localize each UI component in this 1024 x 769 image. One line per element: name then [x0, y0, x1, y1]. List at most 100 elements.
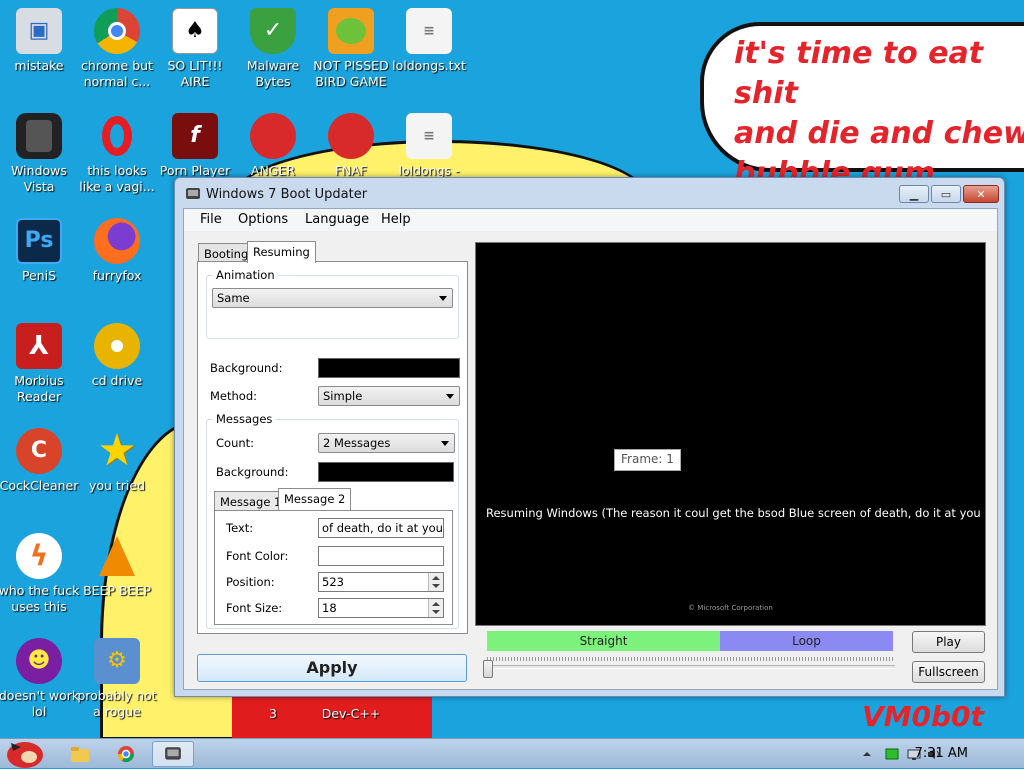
- desktop-icon-dev-cpp[interactable]: Dev-C++: [309, 706, 393, 722]
- photoshop-icon: Ps: [16, 218, 62, 264]
- play-button[interactable]: Play: [912, 631, 985, 653]
- menu-help[interactable]: Help: [381, 212, 411, 227]
- desktop-icon-mistake[interactable]: ▣ mistake: [0, 8, 81, 74]
- show-hidden-icons[interactable]: [860, 747, 874, 761]
- apply-button[interactable]: Apply: [197, 654, 467, 682]
- vlc-cone-icon: [94, 533, 140, 579]
- close-icon: ✕: [976, 187, 986, 201]
- timeline-loop-segment[interactable]: Loop: [720, 631, 893, 651]
- desktop-icon-chrome[interactable]: chrome but normal c...: [75, 8, 159, 90]
- background-label: Background:: [210, 361, 283, 375]
- maximize-icon: ▭: [940, 187, 952, 201]
- menu-bar: File Options Language Help: [184, 209, 997, 231]
- desktop-icon-cd-drive[interactable]: cd drive: [75, 323, 159, 389]
- font-size-value: 18: [322, 601, 337, 615]
- desktop-icon-who-uses-this[interactable]: ϟ who the fuck uses this: [0, 533, 81, 615]
- count-select[interactable]: 2 Messages: [318, 433, 455, 453]
- spinner-arrows-icon[interactable]: [428, 599, 443, 617]
- window-client-area: File Options Language Help Booting Resum…: [183, 208, 998, 690]
- fullscreen-button[interactable]: Fullscreen: [912, 661, 985, 683]
- chevron-down-icon: [439, 296, 447, 301]
- recycle-bin-icon: [16, 113, 62, 159]
- wallpaper-signature: VM0b0t: [862, 700, 984, 733]
- minimize-button[interactable]: ▁: [899, 185, 929, 203]
- maximize-button[interactable]: ▭: [931, 185, 961, 203]
- green-pig-icon: [328, 8, 374, 54]
- font-color-label: Font Color:: [226, 549, 289, 563]
- app-icon: [186, 188, 200, 199]
- position-label: Position:: [226, 575, 275, 589]
- preview-copyright: © Microsoft Corporation: [688, 604, 773, 612]
- message-text-input[interactable]: of death, do it at your ow: [318, 518, 444, 538]
- font-size-stepper[interactable]: 18: [318, 598, 444, 618]
- position-value: 523: [322, 575, 344, 589]
- chevron-down-icon: [441, 441, 449, 446]
- desktop-icon-probably-not-rogue[interactable]: ⚙ probably not a rogue: [75, 638, 159, 720]
- taskbar-clock[interactable]: 7:31 AM: [915, 746, 968, 761]
- desktop-icon-beep-beep[interactable]: BEEP BEEP: [75, 533, 159, 599]
- desktop-icon-you-tried[interactable]: ★ you tried: [75, 428, 159, 494]
- desktop-icon-fnaf[interactable]: FNAF: [309, 113, 393, 179]
- tab-message-2[interactable]: Message 2: [278, 488, 352, 510]
- frame-slider-track[interactable]: [487, 665, 895, 669]
- lightning-icon: ϟ: [16, 533, 62, 579]
- taskbar-boot-updater[interactable]: [152, 741, 194, 767]
- spade-card-icon: ♠: [172, 8, 218, 54]
- angry-bird-icon: [250, 113, 296, 159]
- messages-background-swatch[interactable]: [318, 462, 454, 482]
- animation-select[interactable]: Same: [212, 288, 453, 308]
- menu-options[interactable]: Options: [238, 212, 288, 227]
- desktop-icon-penis[interactable]: Ps PeniS: [0, 218, 81, 284]
- background-color-swatch[interactable]: [318, 358, 460, 378]
- speech-bubble-text: it's time to eat shit and die and chew b…: [734, 36, 1024, 191]
- font-color-swatch[interactable]: [318, 546, 444, 566]
- firefox-icon: [94, 218, 140, 264]
- shield-check-icon: ✓: [250, 8, 296, 54]
- taskbar-explorer[interactable]: [60, 741, 100, 767]
- desktop-icon-opera[interactable]: this looks like a vagi...: [75, 113, 159, 195]
- frame-slider-thumb[interactable]: [483, 660, 493, 678]
- cd-disc-icon: [94, 323, 140, 369]
- animation-selected-value: Same: [217, 291, 250, 305]
- start-button[interactable]: [0, 733, 50, 769]
- minimize-icon: ▁: [909, 187, 919, 201]
- close-button[interactable]: ✕: [963, 185, 999, 203]
- desktop-icon-anger[interactable]: ANGER: [231, 113, 315, 179]
- desktop-icon-bad-piggies[interactable]: NOT PISSED BIRD GAME: [309, 8, 393, 90]
- desktop-icon-malwarebytes[interactable]: ✓ Malware Bytes: [231, 8, 315, 90]
- desktop-icon-cockcleaner[interactable]: C CockCleaner: [0, 428, 81, 494]
- method-label: Method:: [210, 389, 258, 403]
- menu-file[interactable]: File: [200, 212, 222, 227]
- desktop-icon-loldongs[interactable]: ≡ loldongs -: [387, 113, 471, 179]
- resuming-settings-panel: Animation Same Background: Method: Simpl…: [197, 261, 468, 634]
- animation-group: Animation Same: [206, 268, 459, 339]
- desktop-icon-loldongs-txt[interactable]: ≡ loldongs.txt: [387, 8, 471, 74]
- title-bar[interactable]: Windows 7 Boot Updater ▁ ▭ ✕: [175, 178, 1004, 210]
- desktop-icon-doesnt-work[interactable]: ☻ doesn't work lol: [0, 638, 81, 720]
- text-document-icon: ≡: [406, 8, 452, 54]
- frame-slider-ticks: [487, 657, 895, 661]
- desktop-icon-solitaire[interactable]: ♠ SO LIT!!! AIRE: [153, 8, 237, 90]
- timeline-straight-segment[interactable]: Straight: [487, 631, 720, 651]
- messages-background-label: Background:: [216, 465, 289, 479]
- desktop-icon-3[interactable]: 3: [231, 706, 315, 722]
- menu-language[interactable]: Language: [305, 212, 369, 227]
- text-label: Text:: [226, 521, 254, 535]
- count-selected-value: 2 Messages: [323, 436, 391, 450]
- boot-updater-window: Windows 7 Boot Updater ▁ ▭ ✕ File Option…: [174, 177, 1005, 697]
- spinner-arrows-icon[interactable]: [428, 573, 443, 591]
- action-center-icon[interactable]: [885, 747, 899, 761]
- tab-message-1[interactable]: Message 1: [214, 491, 288, 511]
- tab-resuming[interactable]: Resuming: [247, 241, 316, 263]
- taskbar-chrome[interactable]: [106, 741, 146, 767]
- desktop-icon-porn-player[interactable]: f Porn Player: [153, 113, 237, 179]
- font-size-label: Font Size:: [226, 601, 283, 615]
- desktop-icon-morbius-reader[interactable]: ⅄ Morbius Reader: [0, 323, 81, 405]
- desktop-icon-windows-vista[interactable]: Windows Vista: [0, 113, 81, 195]
- star-icon: ★: [97, 425, 137, 476]
- position-stepper[interactable]: 523: [318, 572, 444, 592]
- adobe-reader-icon: ⅄: [16, 323, 62, 369]
- desktop-icon-furryfox[interactable]: furryfox: [75, 218, 159, 284]
- method-select[interactable]: Simple: [318, 386, 460, 406]
- tab-booting[interactable]: Booting: [198, 243, 255, 263]
